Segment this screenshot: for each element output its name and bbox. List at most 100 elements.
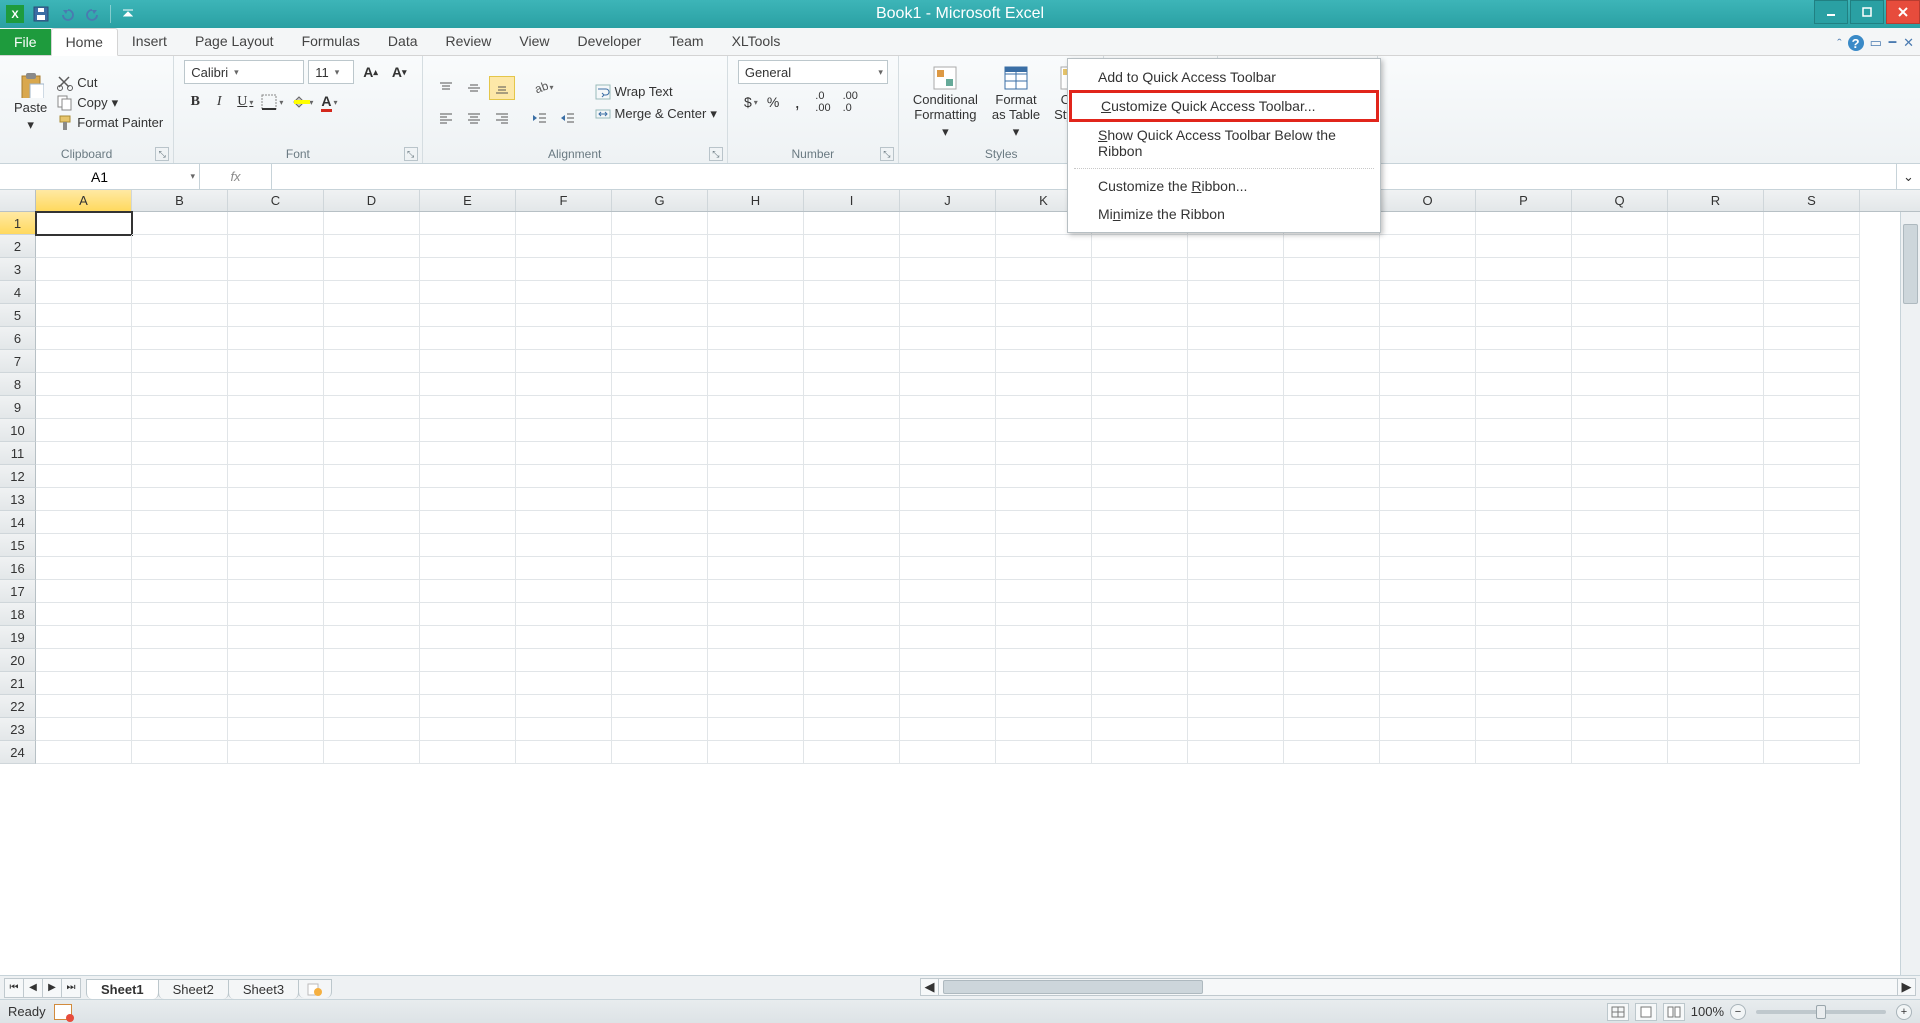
cell-A17[interactable] (36, 580, 132, 603)
borders-button[interactable]: ▾ (256, 90, 284, 114)
cell-E1[interactable] (420, 212, 516, 235)
cell-R1[interactable] (1668, 212, 1764, 235)
cell-Q6[interactable] (1572, 327, 1668, 350)
cell-D4[interactable] (324, 281, 420, 304)
cell-O11[interactable] (1380, 442, 1476, 465)
tab-home[interactable]: Home (51, 28, 118, 56)
cell-L3[interactable] (1092, 258, 1188, 281)
cell-H2[interactable] (708, 235, 804, 258)
cell-A5[interactable] (36, 304, 132, 327)
cell-F20[interactable] (516, 649, 612, 672)
merge-center-button[interactable]: Merge & Center▾ (595, 106, 717, 122)
cell-Q11[interactable] (1572, 442, 1668, 465)
cell-H19[interactable] (708, 626, 804, 649)
ribbon-minimize-caret-icon[interactable]: ˆ (1837, 36, 1841, 51)
cell-F8[interactable] (516, 373, 612, 396)
cell-J17[interactable] (900, 580, 996, 603)
cell-J15[interactable] (900, 534, 996, 557)
cell-J14[interactable] (900, 511, 996, 534)
cell-R21[interactable] (1668, 672, 1764, 695)
name-box[interactable]: ▾ (0, 164, 200, 189)
row-header-16[interactable]: 16 (0, 557, 36, 580)
cell-S14[interactable] (1764, 511, 1860, 534)
hscroll-left-icon[interactable]: ◀ (921, 979, 939, 995)
hscroll-thumb[interactable] (943, 980, 1203, 994)
cell-G22[interactable] (612, 695, 708, 718)
cell-S15[interactable] (1764, 534, 1860, 557)
decrease-indent-button[interactable] (527, 106, 553, 130)
cell-O23[interactable] (1380, 718, 1476, 741)
cell-B10[interactable] (132, 419, 228, 442)
cell-G12[interactable] (612, 465, 708, 488)
cell-E17[interactable] (420, 580, 516, 603)
cell-G13[interactable] (612, 488, 708, 511)
cell-D9[interactable] (324, 396, 420, 419)
help-icon[interactable]: ? (1848, 35, 1864, 51)
cell-G18[interactable] (612, 603, 708, 626)
row-header-14[interactable]: 14 (0, 511, 36, 534)
cell-S2[interactable] (1764, 235, 1860, 258)
row-header-12[interactable]: 12 (0, 465, 36, 488)
cell-R12[interactable] (1668, 465, 1764, 488)
alignment-launcher-icon[interactable]: ⤡ (709, 147, 723, 161)
cell-C24[interactable] (228, 741, 324, 764)
cell-D8[interactable] (324, 373, 420, 396)
tab-xltools[interactable]: XLTools (718, 28, 795, 55)
cell-S20[interactable] (1764, 649, 1860, 672)
cell-A23[interactable] (36, 718, 132, 741)
cell-H4[interactable] (708, 281, 804, 304)
cell-K19[interactable] (996, 626, 1092, 649)
cell-G14[interactable] (612, 511, 708, 534)
cell-J24[interactable] (900, 741, 996, 764)
cut-button[interactable]: Cut (57, 75, 163, 91)
cell-A13[interactable] (36, 488, 132, 511)
cell-G17[interactable] (612, 580, 708, 603)
cell-C16[interactable] (228, 557, 324, 580)
cell-E24[interactable] (420, 741, 516, 764)
cell-B2[interactable] (132, 235, 228, 258)
cell-D21[interactable] (324, 672, 420, 695)
cell-B17[interactable] (132, 580, 228, 603)
cell-C14[interactable] (228, 511, 324, 534)
cell-A24[interactable] (36, 741, 132, 764)
cell-E5[interactable] (420, 304, 516, 327)
cell-F11[interactable] (516, 442, 612, 465)
cell-S16[interactable] (1764, 557, 1860, 580)
cell-D16[interactable] (324, 557, 420, 580)
cell-L16[interactable] (1092, 557, 1188, 580)
cell-F6[interactable] (516, 327, 612, 350)
cell-Q16[interactable] (1572, 557, 1668, 580)
cell-I15[interactable] (804, 534, 900, 557)
tab-review[interactable]: Review (432, 28, 506, 55)
cell-J21[interactable] (900, 672, 996, 695)
cell-F19[interactable] (516, 626, 612, 649)
col-header-C[interactable]: C (228, 190, 324, 211)
cell-P19[interactable] (1476, 626, 1572, 649)
cell-L10[interactable] (1092, 419, 1188, 442)
conditional-formatting-button[interactable]: Conditional Formatting▾ (909, 63, 982, 142)
cell-P20[interactable] (1476, 649, 1572, 672)
cell-F24[interactable] (516, 741, 612, 764)
cell-S21[interactable] (1764, 672, 1860, 695)
cell-L21[interactable] (1092, 672, 1188, 695)
cell-I9[interactable] (804, 396, 900, 419)
cell-H6[interactable] (708, 327, 804, 350)
fx-label[interactable]: fx (200, 164, 272, 189)
align-right-button[interactable] (489, 106, 515, 130)
font-size-select[interactable]: 11▾ (308, 60, 354, 84)
cell-Q14[interactable] (1572, 511, 1668, 534)
cell-H16[interactable] (708, 557, 804, 580)
cell-K21[interactable] (996, 672, 1092, 695)
cell-P3[interactable] (1476, 258, 1572, 281)
zoom-out-button[interactable]: − (1730, 1004, 1746, 1020)
cell-O22[interactable] (1380, 695, 1476, 718)
cell-M13[interactable] (1188, 488, 1284, 511)
cell-C18[interactable] (228, 603, 324, 626)
sheet-nav-next[interactable]: ▶ (42, 978, 62, 998)
cell-E14[interactable] (420, 511, 516, 534)
cell-A1[interactable] (36, 212, 132, 235)
cell-R23[interactable] (1668, 718, 1764, 741)
row-header-13[interactable]: 13 (0, 488, 36, 511)
cell-P16[interactable] (1476, 557, 1572, 580)
cell-H9[interactable] (708, 396, 804, 419)
